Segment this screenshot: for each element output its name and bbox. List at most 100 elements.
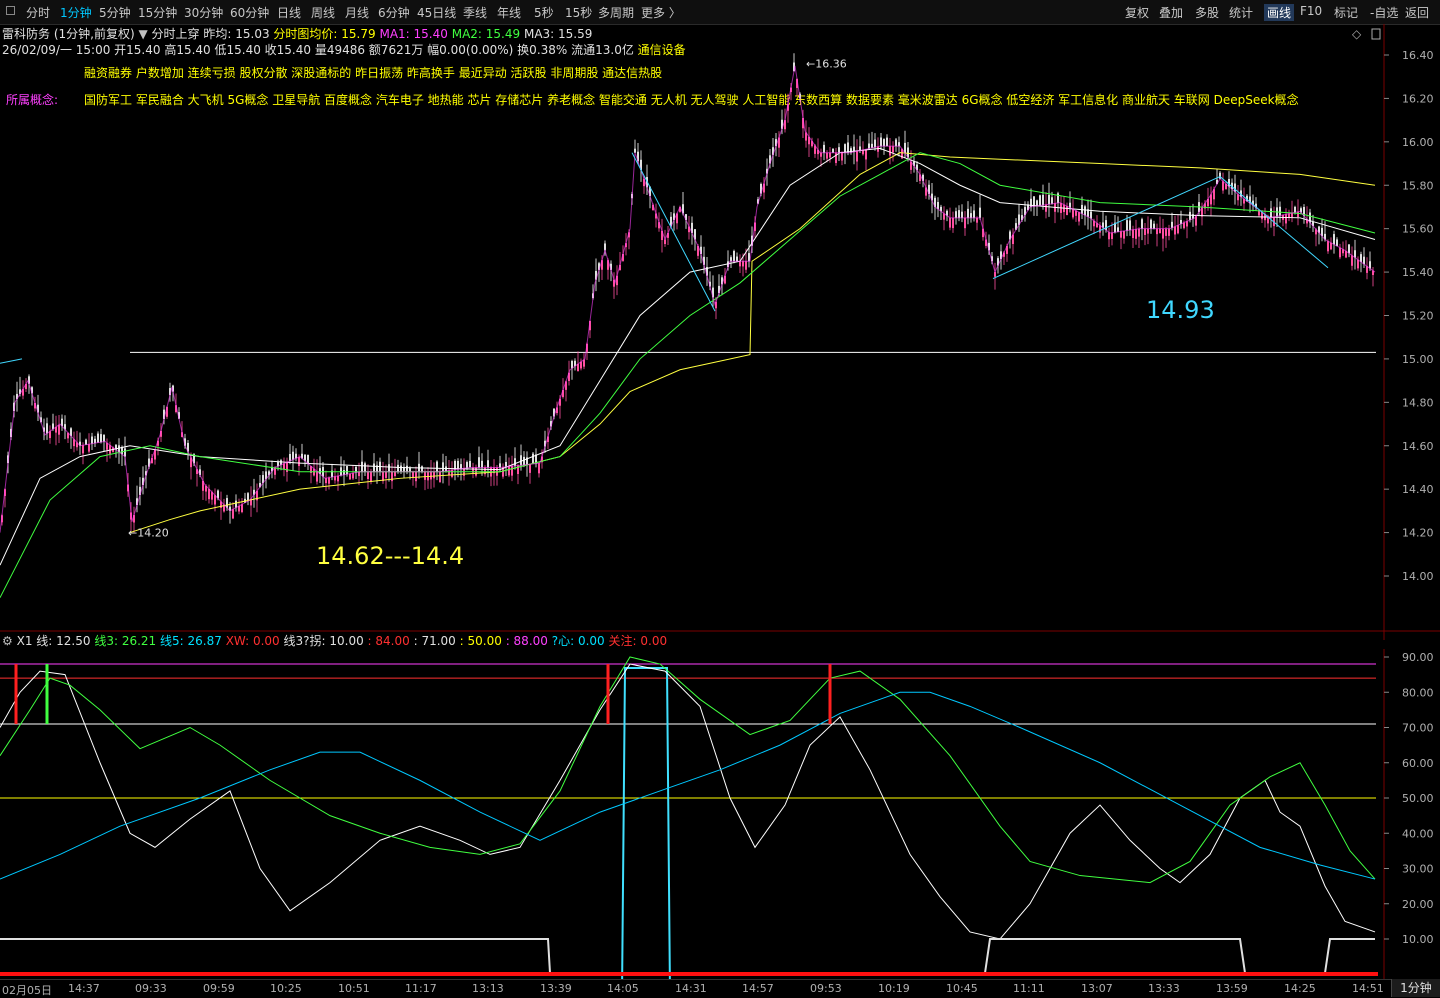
tab-14[interactable]: 15秒: [565, 4, 592, 21]
candle-body: [508, 466, 510, 476]
time-tick-label: 13:39: [540, 982, 572, 995]
candles: [1, 53, 1374, 534]
candle-body: [343, 469, 345, 475]
low-label: ←14.20: [128, 527, 169, 540]
candle-body: [316, 471, 318, 482]
tab-16[interactable]: 更多 〉: [641, 4, 681, 21]
time-tick-label: 13:33: [1148, 982, 1180, 995]
candle-body: [370, 471, 372, 483]
candle-body: [877, 146, 879, 152]
candle-body: [1189, 211, 1191, 220]
candle-body: [1348, 244, 1350, 254]
right-tab-8[interactable]: 返回: [1405, 4, 1429, 21]
high-label: ←16.36: [806, 58, 847, 71]
right-tab-3[interactable]: 统计: [1229, 4, 1253, 21]
candle-body: [352, 473, 354, 479]
tab-6[interactable]: 日线: [277, 4, 301, 21]
candle-body: [1159, 228, 1161, 234]
indicator-chart[interactable]: 10.00 20.00 30.00 40.00 50.00 60.00 70.00 80.00…: [0, 649, 1440, 979]
candle-body: [442, 462, 444, 472]
gear-icon[interactable]: ⚙: [2, 634, 13, 648]
candle-body: [1033, 196, 1035, 207]
candle-body: [1066, 206, 1068, 216]
candle-body: [742, 261, 744, 267]
tab-9[interactable]: 6分钟: [378, 4, 410, 21]
tab-5[interactable]: 60分钟: [230, 4, 269, 21]
candle-body: [529, 464, 531, 473]
candle-body: [964, 217, 966, 229]
right-tab-2[interactable]: 多股: [1195, 4, 1219, 21]
tab-11[interactable]: 季线: [463, 4, 487, 21]
right-tab-4[interactable]: 画线: [1264, 4, 1295, 21]
tab-3[interactable]: 15分钟: [138, 4, 177, 21]
price-chart[interactable]: 14.00 14.20 14.40 14.60 14.80 15.00 15.20 15.40…: [0, 24, 1440, 640]
candle-body: [1360, 254, 1362, 262]
ind-bottom-bar: [0, 972, 1378, 976]
tab-13[interactable]: 5秒: [534, 4, 554, 21]
candle-body: [868, 143, 870, 149]
candle-body: [46, 423, 48, 434]
tab-7[interactable]: 周线: [311, 4, 335, 21]
candle-body: [58, 424, 60, 435]
right-tab-7[interactable]: -自选: [1370, 4, 1398, 21]
tab-10[interactable]: 45日线: [417, 4, 456, 21]
candle-body: [829, 152, 831, 158]
window-menu-icon[interactable]: [6, 6, 15, 15]
candle-body: [367, 471, 369, 479]
candle-body: [1174, 226, 1176, 235]
candle-body: [634, 148, 636, 153]
candle-body: [1327, 241, 1329, 252]
line5-value: 线5: 26.87: [160, 634, 222, 648]
candle-body: [511, 466, 513, 476]
tab-2[interactable]: 5分钟: [99, 4, 131, 21]
price-tick-label: 14.20: [1402, 527, 1434, 540]
candle-body: [733, 250, 735, 262]
tab-8[interactable]: 月线: [345, 4, 369, 21]
candle-body: [1117, 227, 1119, 232]
tab-12[interactable]: 年线: [497, 4, 521, 21]
candle-body: [433, 471, 435, 479]
ind-tick-label: 50.00: [1402, 792, 1434, 805]
price-tick-label: 15.00: [1402, 353, 1434, 366]
candle-body: [406, 465, 408, 472]
tab-4[interactable]: 30分钟: [184, 4, 223, 21]
candle-body: [1177, 225, 1179, 234]
candle-body: [823, 144, 825, 153]
ma-line-2: [0, 147, 1376, 566]
ma-line-3: [0, 152, 1376, 598]
right-tab-0[interactable]: 复权: [1125, 4, 1149, 21]
ind-tick-label: 30.00: [1402, 863, 1434, 876]
candle-body: [337, 475, 339, 482]
candle-body: [430, 471, 432, 480]
tab-1[interactable]: 1分钟: [60, 4, 92, 21]
candle-body: [949, 217, 951, 228]
tab-15[interactable]: 多周期: [598, 4, 634, 21]
candle-body: [436, 461, 438, 472]
c88-value: : 88.00: [505, 634, 548, 648]
time-tick-label: 14:37: [68, 982, 100, 995]
candle-body: [346, 466, 348, 475]
candle-body: [1048, 194, 1050, 205]
candle-body: [898, 142, 900, 147]
candle-body: [241, 504, 243, 513]
candle-body: [844, 144, 846, 153]
right-tab-6[interactable]: 标记: [1334, 4, 1358, 21]
candle-body: [532, 453, 534, 464]
candle-body: [1126, 220, 1128, 231]
candle-body: [1339, 247, 1341, 258]
time-tick-label: 13:07: [1081, 982, 1113, 995]
candle-body: [1336, 239, 1338, 247]
c50-value: : 50.00: [459, 634, 502, 648]
candle-body: [745, 261, 747, 270]
period-button[interactable]: 1分钟: [1391, 979, 1440, 997]
candle-body: [1333, 234, 1335, 245]
line3-value: 线3: 26.21: [94, 634, 157, 648]
candle-body: [226, 498, 228, 508]
right-tab-1[interactable]: 叠加: [1159, 4, 1183, 21]
ind-state-line: [0, 938, 1375, 974]
candle-body: [124, 448, 126, 457]
tab-0[interactable]: 分时: [26, 4, 50, 21]
right-tab-5[interactable]: F10: [1300, 4, 1322, 18]
candle-body: [538, 463, 540, 474]
indicator-title[interactable]: X1: [17, 634, 33, 648]
